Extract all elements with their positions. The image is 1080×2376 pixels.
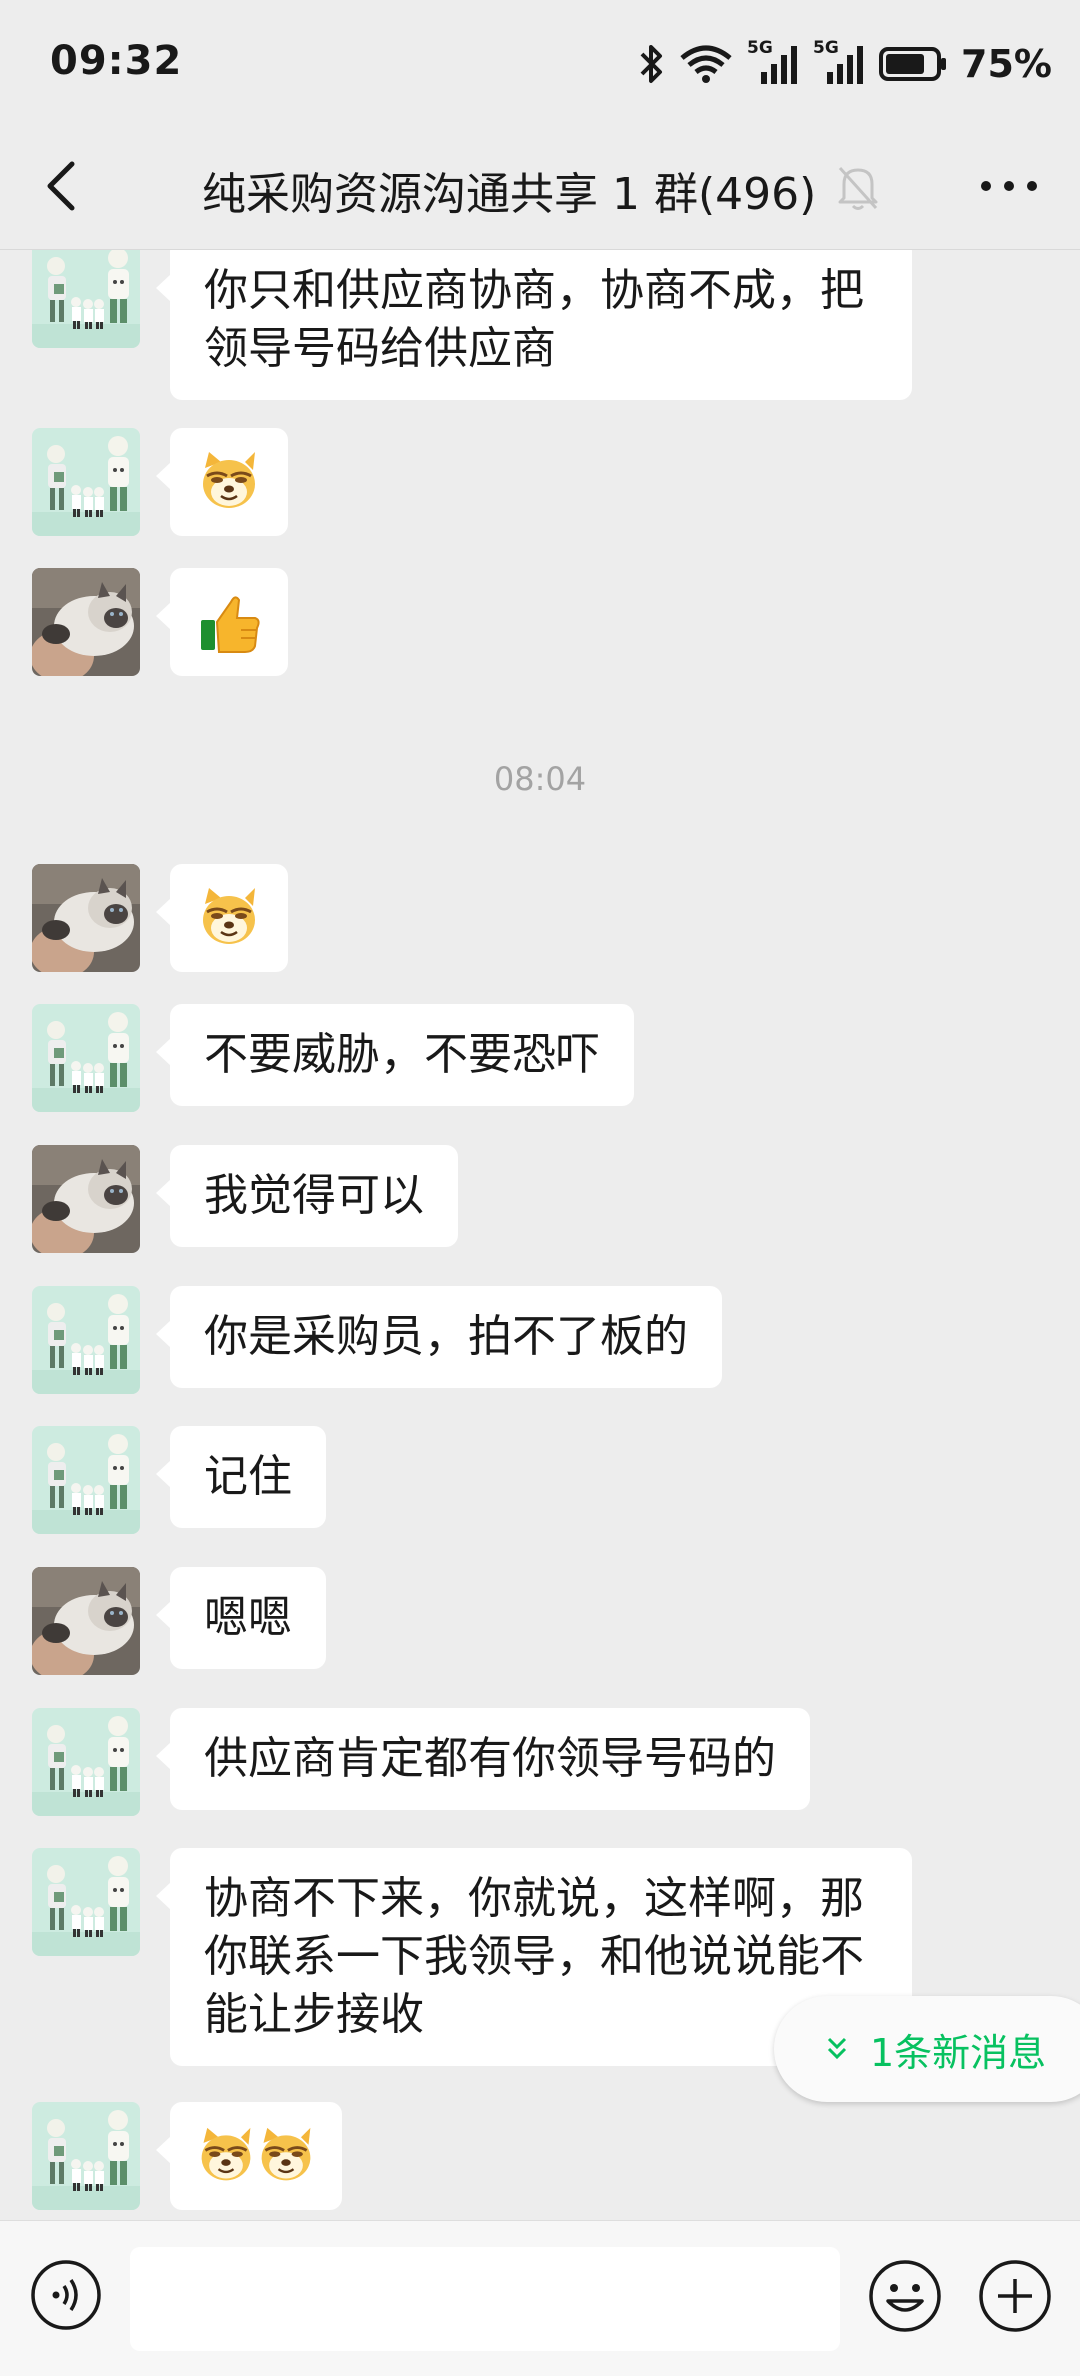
family-avatar[interactable] — [32, 250, 140, 348]
more-options-icon[interactable] — [978, 178, 1040, 194]
cat-avatar[interactable] — [32, 864, 140, 972]
emoji-bubble[interactable] — [156, 864, 288, 972]
message-bubble[interactable]: 你只和供应商协商，协商不成，把 领导号码给供应商 — [156, 250, 912, 400]
family-avatar[interactable] — [32, 1708, 140, 1816]
message-input[interactable] — [130, 2247, 840, 2351]
message-bubble[interactable]: 你是采购员，拍不了板的 — [156, 1286, 722, 1388]
signal-1-icon: 5G — [747, 38, 799, 86]
message-bubble[interactable]: 嗯嗯 — [156, 1567, 326, 1669]
status-time: 09:32 — [50, 38, 183, 84]
battery-percent: 75% — [961, 42, 1052, 86]
bluetooth-icon — [640, 45, 663, 83]
emoji-bubble[interactable] — [156, 428, 288, 536]
cat-avatar[interactable] — [32, 1145, 140, 1253]
chat-header: 纯采购资源沟通共享 1 群(496) — [0, 120, 1080, 250]
message-bubble[interactable]: 不要威胁，不要恐吓 — [156, 1004, 634, 1106]
cat-avatar[interactable] — [32, 568, 140, 676]
wifi-icon — [680, 45, 732, 83]
back-arrow-icon[interactable] — [38, 158, 88, 214]
emoji-bubble[interactable] — [156, 568, 288, 676]
signal-2-icon: 5G — [813, 38, 865, 86]
doge-emoji-icon — [200, 2126, 252, 2182]
new-message-label: 1条新消息 — [870, 2030, 1047, 2075]
doge-emoji-icon — [201, 886, 257, 946]
chat-timestamp: 08:04 — [493, 760, 587, 798]
mute-bell-icon — [838, 166, 878, 210]
doge-emoji-icon — [201, 450, 257, 510]
input-bar — [0, 2220, 1080, 2376]
double-chevron-down-icon — [827, 2037, 847, 2060]
new-message-button[interactable]: 1条新消息 — [774, 1996, 1080, 2102]
battery-icon — [879, 47, 947, 81]
status-bar: 09:32 5G 5G 75% — [0, 0, 1080, 120]
message-bubble[interactable]: 记住 — [156, 1426, 326, 1528]
message-list[interactable]: 你只和供应商协商，协商不成，把 领导号码给供应商 08:04 不要威胁，不要恐吓… — [0, 250, 1080, 2220]
family-avatar[interactable] — [32, 1848, 140, 1956]
emoji-picker-icon[interactable] — [868, 2259, 942, 2333]
family-avatar[interactable] — [32, 1426, 140, 1534]
family-avatar[interactable] — [32, 2102, 140, 2210]
message-bubble[interactable]: 我觉得可以 — [156, 1145, 458, 1247]
group-title: 纯采购资源沟通共享 1 群(496) — [202, 169, 817, 220]
message-bubble[interactable]: 供应商肯定都有你领导号码的 — [156, 1708, 810, 1810]
cat-avatar[interactable] — [32, 1567, 140, 1675]
family-avatar[interactable] — [32, 1004, 140, 1112]
emoji-bubble[interactable] — [156, 2102, 342, 2210]
more-functions-plus-icon[interactable] — [978, 2259, 1052, 2333]
thumbs-up-emoji-icon — [200, 596, 260, 653]
family-avatar[interactable] — [32, 428, 140, 536]
voice-input-icon[interactable] — [30, 2259, 102, 2331]
family-avatar[interactable] — [32, 1286, 140, 1394]
doge-emoji-icon — [260, 2126, 312, 2182]
status-icons: 5G 5G 75% — [639, 38, 1052, 90]
